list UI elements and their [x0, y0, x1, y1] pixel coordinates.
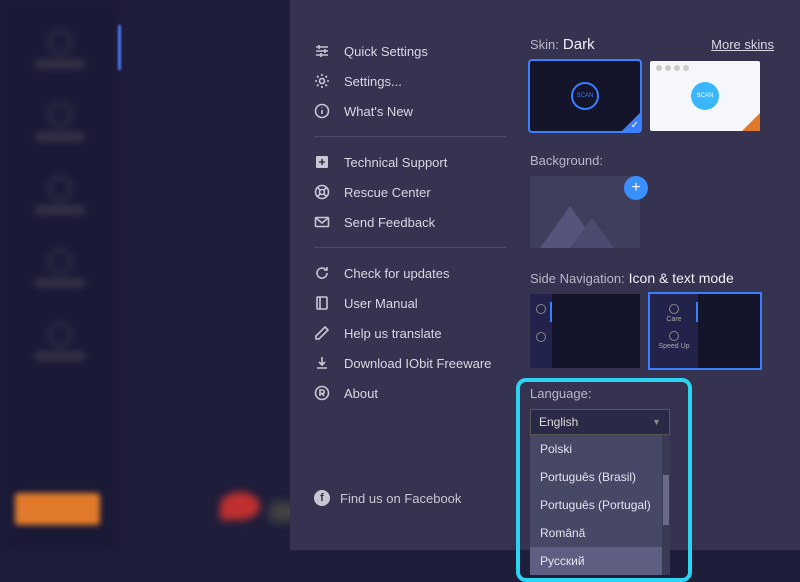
life-ring-icon	[314, 184, 330, 200]
menu-label: Settings...	[344, 74, 402, 89]
menu-label: About	[344, 386, 378, 401]
chevron-down-icon: ▼	[652, 417, 661, 427]
menu-user-manual[interactable]: User Manual	[290, 288, 530, 318]
sidenav-label: Side Navigation:	[530, 271, 625, 286]
more-skins-link[interactable]: More skins	[711, 37, 774, 52]
refresh-icon	[314, 265, 330, 281]
menu-label: Download IObit Freeware	[344, 356, 491, 371]
menu-label: Send Feedback	[344, 215, 435, 230]
menu-column: Quick Settings Settings... What's New Te…	[290, 0, 530, 550]
language-option[interactable]: Português (Brasil)	[530, 463, 670, 491]
skin-light-thumb[interactable]: SCAN	[650, 61, 760, 131]
language-option[interactable]: Română	[530, 519, 670, 547]
book-icon	[314, 295, 330, 311]
language-option[interactable]: Português (Portugal)	[530, 491, 670, 519]
plus-box-icon	[314, 154, 330, 170]
promo-badge-blurred	[220, 492, 260, 520]
menu-label: Rescue Center	[344, 185, 431, 200]
preview-column: Skin: Dark More skins SCAN SCAN Backgrou…	[530, 0, 800, 550]
menu-settings[interactable]: Settings...	[290, 66, 530, 96]
menu-about[interactable]: About	[290, 378, 530, 408]
mail-icon	[314, 214, 330, 230]
language-option[interactable]: Русский	[530, 547, 670, 575]
info-icon	[314, 103, 330, 119]
menu-help-translate[interactable]: Help us translate	[290, 318, 530, 348]
scan-ring: SCAN	[571, 82, 599, 110]
menu-label: Quick Settings	[344, 44, 428, 59]
sidenav-value: Icon & text mode	[629, 270, 734, 286]
menu-whats-new[interactable]: What's New	[290, 96, 530, 126]
gear-icon	[314, 73, 330, 89]
skin-value: Dark	[563, 36, 595, 53]
menu-send-feedback[interactable]: Send Feedback	[290, 207, 530, 237]
registered-icon	[314, 385, 330, 401]
scan-ring: SCAN	[691, 82, 719, 110]
scrollbar[interactable]	[662, 435, 670, 575]
sidenav-icon-only-thumb[interactable]	[530, 294, 640, 368]
skin-label: Skin:	[530, 37, 559, 52]
menu-label: What's New	[344, 104, 413, 119]
menu-label: Help us translate	[344, 326, 442, 341]
menu-rescue-center[interactable]: Rescue Center	[290, 177, 530, 207]
background-label: Background:	[530, 153, 774, 168]
facebook-icon: f	[314, 490, 330, 506]
menu-quick-settings[interactable]: Quick Settings	[290, 36, 530, 66]
add-background-button[interactable]: +	[624, 176, 648, 200]
menu-label: User Manual	[344, 296, 418, 311]
language-select[interactable]: English ▼	[530, 409, 670, 435]
menu-label: Check for updates	[344, 266, 450, 281]
skin-dark-thumb[interactable]: SCAN	[530, 61, 640, 131]
menu-tech-support[interactable]: Technical Support	[290, 147, 530, 177]
sidenav-icon-text-thumb[interactable]: Care Speed Up	[650, 294, 760, 368]
facebook-label: Find us on Facebook	[340, 491, 461, 506]
facebook-link[interactable]: f Find us on Facebook	[290, 480, 530, 530]
menu-check-updates[interactable]: Check for updates	[290, 258, 530, 288]
app-sidebar-blurred	[0, 0, 120, 550]
menu-separator	[314, 247, 506, 248]
sliders-icon	[314, 43, 330, 59]
download-icon	[314, 355, 330, 371]
language-label: Language:	[530, 386, 774, 401]
menu-label: Technical Support	[344, 155, 447, 170]
language-dropdown: Polski Português (Brasil) Português (Por…	[530, 435, 670, 575]
menu-download-freeware[interactable]: Download IObit Freeware	[290, 348, 530, 378]
menu-separator	[314, 136, 506, 137]
pencil-icon	[314, 325, 330, 341]
settings-flyout: Quick Settings Settings... What's New Te…	[290, 0, 800, 550]
activate-button-blurred	[15, 493, 100, 525]
sidebar-accent	[118, 25, 121, 70]
language-option[interactable]: Polski	[530, 435, 670, 463]
language-selected: English	[539, 415, 578, 429]
